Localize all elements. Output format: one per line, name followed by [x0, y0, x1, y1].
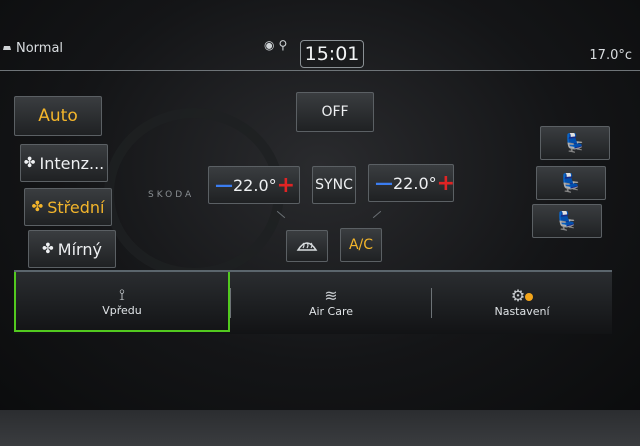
fan-mode-label: Mírný: [57, 239, 102, 259]
fan-mode-medium-button[interactable]: ✤ Střední: [24, 188, 112, 226]
right-temperature-control[interactable]: — 22.0° +: [368, 164, 455, 202]
person-icon: ⚲: [278, 38, 288, 52]
fan-mode-label: Intenz...: [39, 153, 105, 173]
tab-air-care[interactable]: ≋ Air Care: [231, 272, 431, 332]
gps-icon: ◉: [264, 38, 275, 52]
right-temp-value: 22.0°: [393, 173, 437, 193]
bottom-frame: [0, 410, 640, 446]
temp-increase-button[interactable]: +: [277, 173, 295, 198]
left-temp-value: 22.0°: [233, 175, 277, 195]
tab-label: Vpředu: [102, 303, 142, 317]
bottom-tab-bar: ⟟ Vpředu ≋ Air Care ⚙ Nastavení: [14, 270, 612, 334]
temp-decrease-button[interactable]: —: [375, 173, 393, 194]
seat-airflow-lower-button[interactable]: 💺: [532, 204, 602, 238]
tab-settings[interactable]: ⚙ Nastavení: [432, 272, 612, 332]
status-icons: ◉ ⚲: [264, 38, 287, 52]
tab-front[interactable]: ⟟ Vpředu: [14, 272, 230, 332]
seat-airflow-icon: 💺: [563, 132, 587, 154]
left-temperature-control[interactable]: — 22.0° +: [208, 166, 300, 204]
ac-button[interactable]: A/C: [340, 228, 382, 262]
fan-mode-intense-button[interactable]: ✤ Intenz...: [20, 144, 108, 182]
air-waves-icon: ≋: [324, 285, 338, 305]
notification-dot: [525, 292, 534, 301]
fan-mode-mild-button[interactable]: ✤ Mírný: [28, 230, 116, 268]
seat-airflow-icon: 💺: [555, 210, 579, 232]
tab-label: Nastavení: [494, 304, 550, 318]
windshield-defrost-button[interactable]: [286, 230, 328, 262]
seat-airflow-upper-button[interactable]: 💺: [540, 126, 610, 160]
temp-increase-button[interactable]: +: [437, 171, 455, 196]
seat-airflow-icon: 💺: [559, 172, 583, 194]
off-button[interactable]: OFF: [296, 92, 374, 132]
windshield-defrost-icon: [296, 237, 318, 256]
auto-button[interactable]: Auto: [14, 96, 102, 136]
tab-label: Air Care: [308, 304, 354, 318]
fan-icon: ✤: [23, 155, 36, 171]
clock: 15:01: [300, 40, 364, 68]
seat-airflow-middle-button[interactable]: 💺: [536, 166, 606, 200]
fan-icon: ✤: [42, 241, 54, 257]
brand-mark: SKODA: [148, 190, 195, 200]
car-icon: [2, 41, 12, 56]
fan-icon: ✤: [31, 199, 44, 215]
drive-mode-label: Normal: [16, 41, 64, 56]
sync-button[interactable]: SYNC: [312, 166, 356, 204]
fan-mode-label: Střední: [47, 197, 105, 217]
seat-icon: ⟟: [119, 284, 125, 304]
gear-icon: ⚙: [511, 286, 534, 305]
outside-temperature: 17.0°c: [589, 48, 632, 63]
temp-decrease-button[interactable]: —: [215, 175, 233, 196]
drive-mode[interactable]: Normal: [2, 41, 63, 56]
